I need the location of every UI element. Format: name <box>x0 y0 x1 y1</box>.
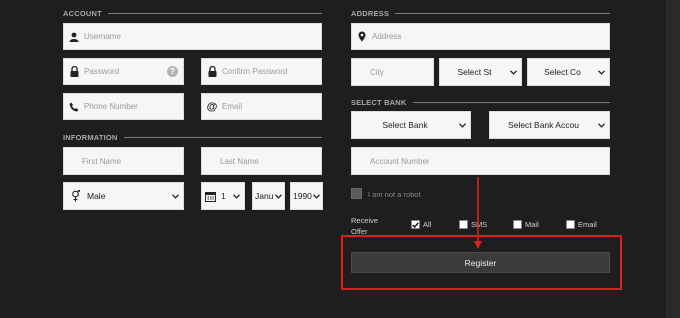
checkbox[interactable] <box>566 220 575 229</box>
register-button[interactable]: Register <box>351 252 610 273</box>
bank-select-value: Select Bank <box>382 120 428 130</box>
calendar-icon <box>205 191 216 202</box>
phone-icon <box>68 101 80 113</box>
chevron-down-icon <box>509 69 518 75</box>
divider <box>107 13 322 14</box>
user-icon <box>68 31 80 43</box>
map-pin-icon <box>356 31 368 43</box>
gender-icon <box>69 190 81 202</box>
account-title-text: ACCOUNT <box>63 9 102 18</box>
bank-account-select[interactable]: Select Bank Accou <box>489 111 610 139</box>
account-number-placeholder: Account Number <box>370 156 430 166</box>
confirm-password-placeholder: Confirm Password <box>222 67 288 76</box>
offer-option-mail[interactable]: Mail <box>513 220 539 229</box>
offer-option-all[interactable]: All <box>411 220 431 229</box>
birth-month-select[interactable]: Janu <box>252 182 285 210</box>
birth-year-select[interactable]: 1990 <box>290 182 323 210</box>
offer-option-label: All <box>423 220 432 229</box>
captcha-checkbox[interactable] <box>351 188 362 199</box>
phone-placeholder: Phone Number <box>84 102 138 111</box>
username-field[interactable]: Username <box>63 23 322 50</box>
birth-day-select[interactable]: 1 <box>201 182 245 210</box>
address-section-title: ADDRESS <box>351 9 610 18</box>
information-section-title: INFORMATION <box>63 133 322 142</box>
username-placeholder: Username <box>84 32 121 41</box>
account-section-title: ACCOUNT <box>63 9 322 18</box>
bank-section-title: SELECT BANK <box>351 98 610 107</box>
first-name-field[interactable]: First Name <box>63 147 184 175</box>
country-select-value: Select Co <box>544 67 581 77</box>
offer-option-label: Email <box>578 220 597 229</box>
last-name-field[interactable]: Last Name <box>201 147 322 175</box>
state-select-value: Select St <box>457 67 492 77</box>
email-field[interactable]: @ Email <box>201 93 322 120</box>
receive-offer-label: Receive Offer <box>351 216 379 236</box>
bank-account-select-value: Select Bank Accou <box>508 120 579 130</box>
information-title-text: INFORMATION <box>63 133 118 142</box>
chevron-down-icon <box>232 193 241 199</box>
chevron-down-icon <box>597 122 606 128</box>
state-select[interactable]: Select St <box>439 58 522 86</box>
account-number-field[interactable]: Account Number <box>351 147 610 175</box>
password-placeholder: Password <box>84 67 120 76</box>
address-placeholder: Address <box>372 32 402 41</box>
at-icon: @ <box>206 100 218 113</box>
chevron-down-icon <box>171 193 180 199</box>
last-name-placeholder: Last Name <box>220 156 259 166</box>
first-name-placeholder: First Name <box>82 156 122 166</box>
divider <box>412 102 610 103</box>
arrow-annotation-icon <box>474 177 482 249</box>
bank-title-text: SELECT BANK <box>351 98 407 107</box>
birth-month-value: Janu <box>255 191 274 201</box>
gender-value: Male <box>87 191 106 201</box>
address-title-text: ADDRESS <box>351 9 390 18</box>
checkbox-checked-icon[interactable] <box>411 220 420 229</box>
offer-option-label: Mail <box>525 220 539 229</box>
bank-select[interactable]: Select Bank <box>351 111 471 139</box>
checkbox[interactable] <box>459 220 468 229</box>
email-placeholder: Email <box>222 102 243 111</box>
offer-option-email[interactable]: Email <box>566 220 597 229</box>
city-field[interactable]: City <box>351 58 434 86</box>
lock-icon <box>206 66 218 78</box>
chevron-down-icon <box>597 69 606 75</box>
phone-field[interactable]: Phone Number <box>63 93 184 120</box>
chevron-down-icon <box>274 193 283 199</box>
chevron-down-icon <box>458 122 467 128</box>
lock-icon <box>68 66 80 78</box>
divider <box>395 13 610 14</box>
country-select[interactable]: Select Co <box>527 58 610 86</box>
city-placeholder: City <box>370 67 384 77</box>
address-field[interactable]: Address <box>351 23 610 50</box>
checkbox[interactable] <box>513 220 522 229</box>
help-icon[interactable]: ? <box>167 66 178 77</box>
gender-select[interactable]: Male <box>63 182 184 210</box>
chevron-down-icon <box>312 193 321 199</box>
confirm-password-field[interactable]: Confirm Password <box>201 58 322 85</box>
divider <box>123 137 322 138</box>
birth-year-value: 1990 <box>293 191 312 201</box>
scrollbar[interactable] <box>666 0 680 318</box>
password-field[interactable]: Password ? <box>63 58 184 85</box>
birth-day-value: 1 <box>221 191 226 201</box>
captcha-label: I am not a robot <box>368 190 421 199</box>
